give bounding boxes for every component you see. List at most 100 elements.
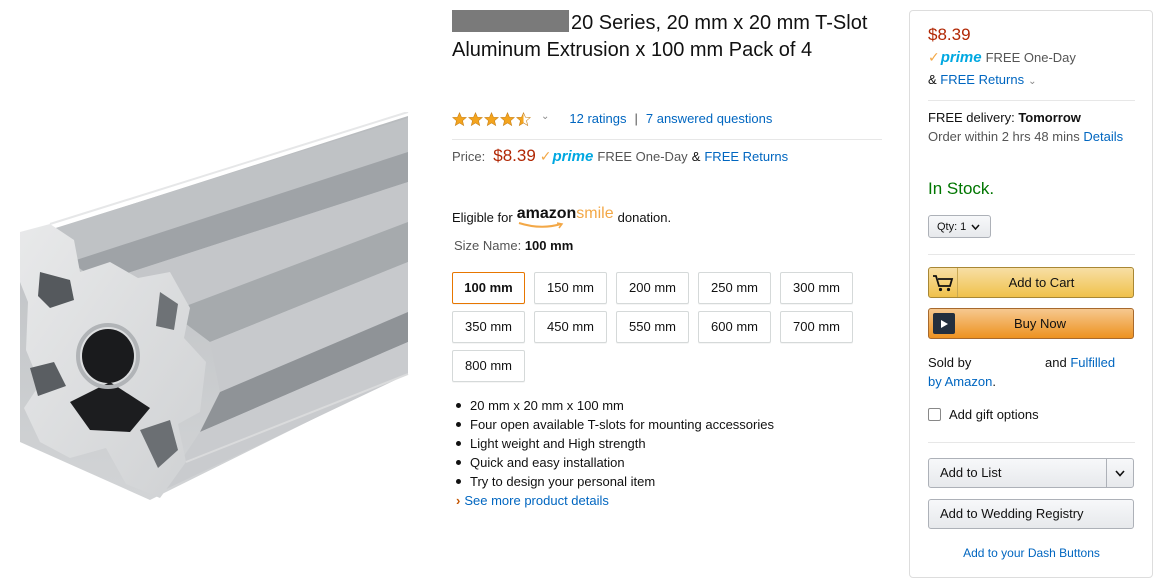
buybox-price: $8.39 bbox=[928, 25, 971, 44]
size-label-text: Size Name: bbox=[454, 238, 522, 253]
and-text: and bbox=[1045, 355, 1067, 370]
qty-label: Qty: bbox=[937, 220, 958, 233]
order-within: Order within 2 hrs 48 mins Details bbox=[928, 127, 1135, 146]
sold-by-text: Sold by bbox=[928, 355, 972, 370]
rating-row: ⌄ 12 ratings | 7 answered questions bbox=[452, 110, 882, 140]
smile-logo-smile: smile bbox=[576, 205, 614, 222]
gift-options: Add gift options bbox=[928, 407, 1135, 422]
divider bbox=[928, 442, 1135, 443]
cart-icon bbox=[929, 268, 958, 297]
star-icon bbox=[500, 112, 515, 127]
size-option-200mm[interactable]: 200 mm bbox=[616, 272, 689, 304]
fulfilled-link[interactable]: Fulfilled bbox=[1070, 355, 1115, 370]
ampersand: & bbox=[928, 72, 937, 87]
add-to-list-button[interactable]: Add to List bbox=[928, 458, 1134, 488]
size-option-250mm[interactable]: 250 mm bbox=[698, 272, 771, 304]
free-returns-link[interactable]: FREE Returns bbox=[704, 149, 788, 164]
dash-buttons-link[interactable]: Add to your Dash Buttons bbox=[963, 546, 1100, 560]
buybox-prime-row: ✓ prime FREE One-Day bbox=[928, 49, 1135, 66]
size-option-300mm[interactable]: 300 mm bbox=[780, 272, 853, 304]
divider bbox=[928, 100, 1135, 101]
gift-label: Add gift options bbox=[949, 407, 1039, 422]
amazonsmile-row: Eligible for amazonsmile donation. bbox=[452, 206, 671, 229]
ampersand: & bbox=[691, 149, 701, 164]
add-to-wedding-registry-button[interactable]: Add to Wedding Registry bbox=[928, 499, 1134, 529]
chevron-right-icon: › bbox=[456, 493, 461, 508]
dash-buttons-row: Add to your Dash Buttons bbox=[928, 546, 1135, 560]
buy-box: $8.39 ✓ prime FREE One-Day & FREE Returns… bbox=[909, 10, 1153, 578]
size-option-150mm[interactable]: 150 mm bbox=[534, 272, 607, 304]
prime-badge[interactable]: ✓ prime bbox=[540, 148, 594, 165]
prime-check-icon: ✓ bbox=[928, 49, 940, 65]
see-more-details: › See more product details bbox=[456, 493, 609, 508]
chevron-down-icon[interactable]: ⌄ bbox=[1028, 76, 1036, 87]
delivery-day: Tomorrow bbox=[1018, 110, 1081, 125]
chevron-down-icon bbox=[971, 224, 980, 230]
answered-questions-link[interactable]: 7 answered questions bbox=[646, 110, 772, 128]
divider bbox=[928, 254, 1135, 255]
list-item: Four open available T-slots for mounting… bbox=[452, 415, 882, 434]
redacted-brand bbox=[452, 10, 569, 32]
prime-text: prime bbox=[940, 49, 982, 66]
by-amazon-link[interactable]: by Amazon bbox=[928, 374, 992, 389]
list-item: Light weight and High strength bbox=[452, 434, 882, 453]
order-within-text: Order within 2 hrs 48 mins bbox=[928, 129, 1080, 144]
free-one-day-text: FREE One-Day bbox=[597, 149, 688, 164]
add-to-cart-label: Add to Cart bbox=[1008, 275, 1075, 290]
half-star-icon bbox=[516, 112, 531, 127]
sold-by-info: Sold by and Fulfilled by Amazon. bbox=[928, 353, 1135, 391]
size-selected-value: 100 mm bbox=[524, 238, 574, 253]
size-option-700mm[interactable]: 700 mm bbox=[780, 311, 853, 343]
size-option-450mm[interactable]: 450 mm bbox=[534, 311, 607, 343]
buy-now-label: Buy Now bbox=[1013, 316, 1067, 331]
size-option-550mm[interactable]: 550 mm bbox=[616, 311, 689, 343]
list-item: Quick and easy installation bbox=[452, 453, 882, 472]
see-more-link[interactable]: See more product details bbox=[464, 493, 609, 508]
prime-check-icon: ✓ bbox=[539, 148, 552, 164]
amazonsmile-logo[interactable]: amazonsmile bbox=[517, 206, 614, 229]
size-option-800mm[interactable]: 800 mm bbox=[452, 350, 525, 382]
star-rating[interactable] bbox=[452, 112, 531, 127]
list-item: 20 mm x 20 mm x 100 mm bbox=[452, 396, 882, 415]
smile-arrow-icon bbox=[518, 222, 564, 229]
chevron-down-icon[interactable] bbox=[1106, 459, 1133, 487]
stock-status: In Stock. bbox=[928, 179, 995, 198]
product-title: 20 Series, 20 mm x 20 mm T-Slot Aluminum… bbox=[452, 10, 882, 64]
period: . bbox=[992, 374, 996, 389]
price-row: Price: $8.39 ✓ prime FREE One-Day & FREE … bbox=[452, 146, 788, 166]
ratings-link[interactable]: 12 ratings bbox=[569, 110, 626, 128]
size-option-350mm[interactable]: 350 mm bbox=[452, 311, 525, 343]
star-icon bbox=[468, 112, 483, 127]
product-details: 20 Series, 20 mm x 20 mm T-Slot Aluminum… bbox=[452, 10, 882, 508]
delivery-info: FREE delivery: Tomorrow bbox=[928, 108, 1135, 127]
size-name-label: Size Name: 100 mm bbox=[454, 238, 573, 253]
prime-text: prime bbox=[552, 148, 594, 165]
chevron-down-icon[interactable]: ⌄ bbox=[541, 111, 549, 122]
list-item: Try to design your personal item bbox=[452, 472, 882, 491]
delivery-prefix: FREE delivery: bbox=[928, 110, 1015, 125]
price-label: Price: bbox=[452, 149, 486, 164]
gift-checkbox[interactable] bbox=[928, 408, 941, 421]
smile-suffix: donation. bbox=[617, 210, 672, 225]
free-one-day-text: FREE One-Day bbox=[985, 50, 1076, 65]
quantity-select[interactable]: Qty: 1 bbox=[928, 215, 991, 238]
details-link[interactable]: Details bbox=[1083, 129, 1123, 144]
star-icon bbox=[452, 112, 467, 127]
size-option-600mm[interactable]: 600 mm bbox=[698, 311, 771, 343]
buybox-returns-row: & FREE Returns ⌄ bbox=[928, 72, 1135, 87]
separator: | bbox=[634, 111, 638, 126]
smile-prefix: Eligible for bbox=[452, 210, 513, 225]
add-to-list-label: Add to List bbox=[940, 465, 1002, 480]
qty-value: 1 bbox=[960, 220, 967, 233]
prime-badge[interactable]: ✓ prime bbox=[928, 49, 982, 66]
price-value: $8.39 bbox=[493, 146, 536, 165]
size-option-100mm[interactable]: 100 mm bbox=[452, 272, 525, 304]
buy-now-button[interactable]: Buy Now bbox=[928, 308, 1134, 339]
t-slot-aluminum-extrusion-image[interactable] bbox=[10, 112, 410, 500]
star-icon bbox=[484, 112, 499, 127]
play-icon bbox=[933, 313, 955, 334]
free-returns-link[interactable]: FREE Returns bbox=[940, 72, 1024, 87]
feature-bullets: 20 mm x 20 mm x 100 mm Four open availab… bbox=[452, 396, 882, 491]
add-to-cart-button[interactable]: Add to Cart bbox=[928, 267, 1134, 298]
smile-logo-amazon: amazon bbox=[516, 205, 577, 222]
